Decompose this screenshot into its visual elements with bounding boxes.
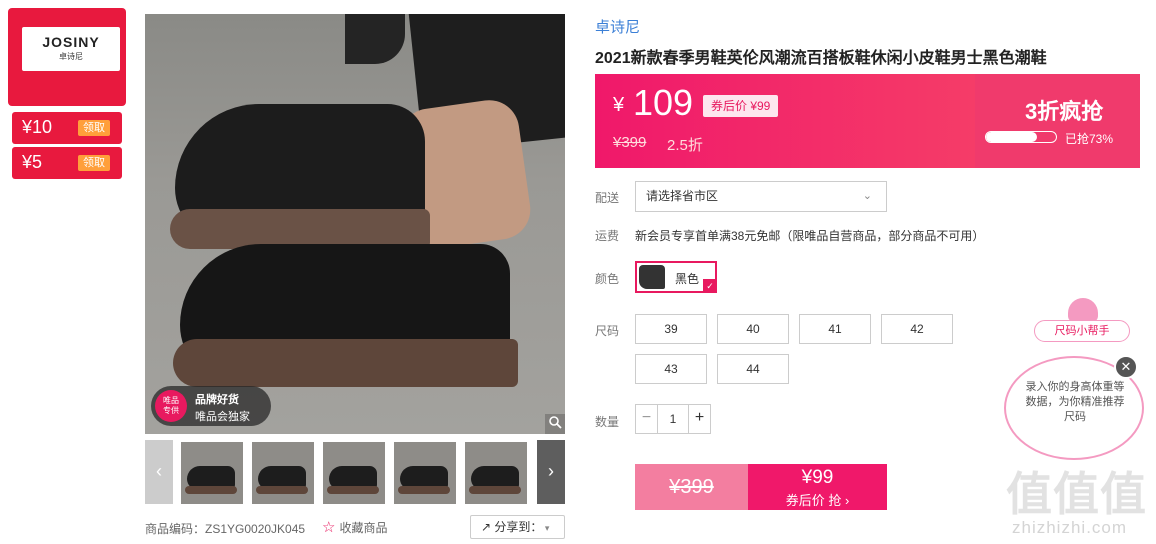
- buy-now-button[interactable]: ¥99 券后价 抢 ›: [748, 464, 887, 510]
- thumbnail-next-button[interactable]: ›: [537, 440, 565, 504]
- brand-logo-subtext: 卓诗尼: [59, 52, 83, 61]
- size-option[interactable]: 43: [635, 354, 707, 384]
- thumbnail[interactable]: [252, 442, 314, 504]
- coupon-5: ¥5 领取: [12, 147, 122, 179]
- mascot-icon: [1068, 298, 1098, 322]
- claim-coupon-button[interactable]: 领取: [78, 120, 110, 136]
- delivery-placeholder: 请选择省市区: [646, 189, 719, 203]
- buy-original-price[interactable]: ¥399: [635, 464, 748, 510]
- sole-back: [170, 209, 430, 249]
- size-option[interactable]: 39: [635, 314, 707, 344]
- thumbnail[interactable]: [323, 442, 385, 504]
- share-dropdown[interactable]: ↗ 分享到： ▾: [470, 515, 565, 539]
- color-option-black[interactable]: 黑色 ✓: [635, 261, 717, 293]
- brand-coupon-card: JOSINY 卓诗尼: [8, 8, 126, 106]
- increase-button[interactable]: +: [688, 405, 710, 433]
- sole-front: [173, 339, 518, 387]
- watermark-logo: 值值值: [1006, 468, 1147, 520]
- size-option[interactable]: 44: [717, 354, 789, 384]
- thumbnail[interactable]: [394, 442, 456, 504]
- buy-action-label: 券后价 抢 ›: [785, 493, 850, 508]
- star-icon: ☆: [322, 519, 336, 536]
- favorite-button[interactable]: ☆ 收藏商品: [322, 518, 387, 536]
- quantity-input[interactable]: 1: [658, 405, 688, 433]
- color-swatch: [639, 265, 665, 289]
- color-name: 黑色: [675, 272, 700, 286]
- size-helper-text: 录入你的身高体重等数据，为你精准推荐尺码: [1025, 381, 1125, 423]
- share-label: 分享到：: [494, 520, 543, 534]
- favorite-label: 收藏商品: [339, 521, 388, 535]
- sale-progress-text: 已抢73%: [1065, 132, 1114, 146]
- buy-price: ¥99: [801, 467, 834, 488]
- close-icon[interactable]: ✕: [1114, 355, 1138, 379]
- sale-progress-bar: [985, 131, 1057, 143]
- brand-logo[interactable]: JOSINY 卓诗尼: [22, 27, 120, 71]
- brand-exclusive-badge: 唯品 专供 品牌好货 唯品会独家: [151, 386, 271, 426]
- product-title: 2021新款春季男鞋英伦风潮流百搭板鞋休闲小皮鞋男士黑色潮鞋: [595, 50, 1047, 67]
- quantity-label: 数量: [595, 415, 620, 429]
- current-price: 109: [633, 82, 694, 123]
- size-label: 尺码: [595, 324, 620, 338]
- coupon-amount: ¥5: [22, 152, 43, 172]
- size-option[interactable]: 42: [881, 314, 953, 344]
- shipping-info: 新会员专享首单满38元免邮（限唯品自营商品，部分商品不可用）: [635, 229, 985, 243]
- brand-logo-text: JOSINY: [42, 34, 100, 50]
- original-price: ¥399: [613, 134, 647, 151]
- item-code: 商品编码：ZS1YG0020JK045: [145, 522, 306, 536]
- trouser-shape: [345, 14, 405, 64]
- zoom-icon[interactable]: [545, 414, 565, 434]
- quantity-stepper: − 1 +: [635, 404, 711, 434]
- thumbnail[interactable]: [181, 442, 243, 504]
- decrease-button[interactable]: −: [636, 405, 658, 433]
- chevron-down-icon: ⌄: [862, 190, 872, 202]
- chevron-down-icon: ▾: [542, 523, 550, 533]
- discount-rate: 2.5折: [667, 137, 703, 154]
- color-label: 颜色: [595, 272, 620, 286]
- price-main: ¥ 109 券后价 ¥99 ¥399 2.5折: [595, 74, 975, 168]
- after-coupon-badge: 券后价 ¥99: [703, 95, 779, 117]
- size-helper-button[interactable]: 尺码小帮手: [1034, 320, 1130, 342]
- share-icon: ↗: [481, 520, 495, 534]
- delivery-region-select[interactable]: 请选择省市区 ⌄: [635, 181, 887, 212]
- coupon-amount: ¥10: [22, 117, 53, 137]
- thumbnail[interactable]: [465, 442, 527, 504]
- coupon-10: ¥10 领取: [12, 112, 122, 144]
- size-option[interactable]: 41: [799, 314, 871, 344]
- watermark-url: zhizhizhi.com: [1012, 518, 1128, 537]
- flash-sale-title: 3折疯抢: [1025, 99, 1104, 124]
- size-option[interactable]: 40: [717, 314, 789, 344]
- badge-line2: 唯品会独家: [195, 411, 250, 423]
- currency-symbol: ¥: [613, 94, 625, 116]
- shipping-label: 运费: [595, 229, 620, 243]
- brand-link[interactable]: 卓诗尼: [595, 16, 640, 37]
- sale-progress-fill: [986, 132, 1038, 142]
- check-icon: ✓: [703, 279, 717, 293]
- delivery-label: 配送: [595, 191, 620, 205]
- product-page: JOSINY 卓诗尼 ¥10 领取 ¥5 领取 唯品 专供 品牌好货 唯品会独家 …: [0, 0, 1156, 544]
- main-product-image[interactable]: [145, 14, 565, 434]
- thumbnail-prev-button[interactable]: ‹: [145, 440, 173, 504]
- badge-line1: 品牌好货: [195, 394, 239, 406]
- vip-exclusive-icon: 唯品 专供: [155, 390, 187, 422]
- price-panel: ¥ 109 券后价 ¥99 ¥399 2.5折 3折疯抢 已抢73%: [595, 74, 1140, 168]
- claim-coupon-button[interactable]: 领取: [78, 155, 110, 171]
